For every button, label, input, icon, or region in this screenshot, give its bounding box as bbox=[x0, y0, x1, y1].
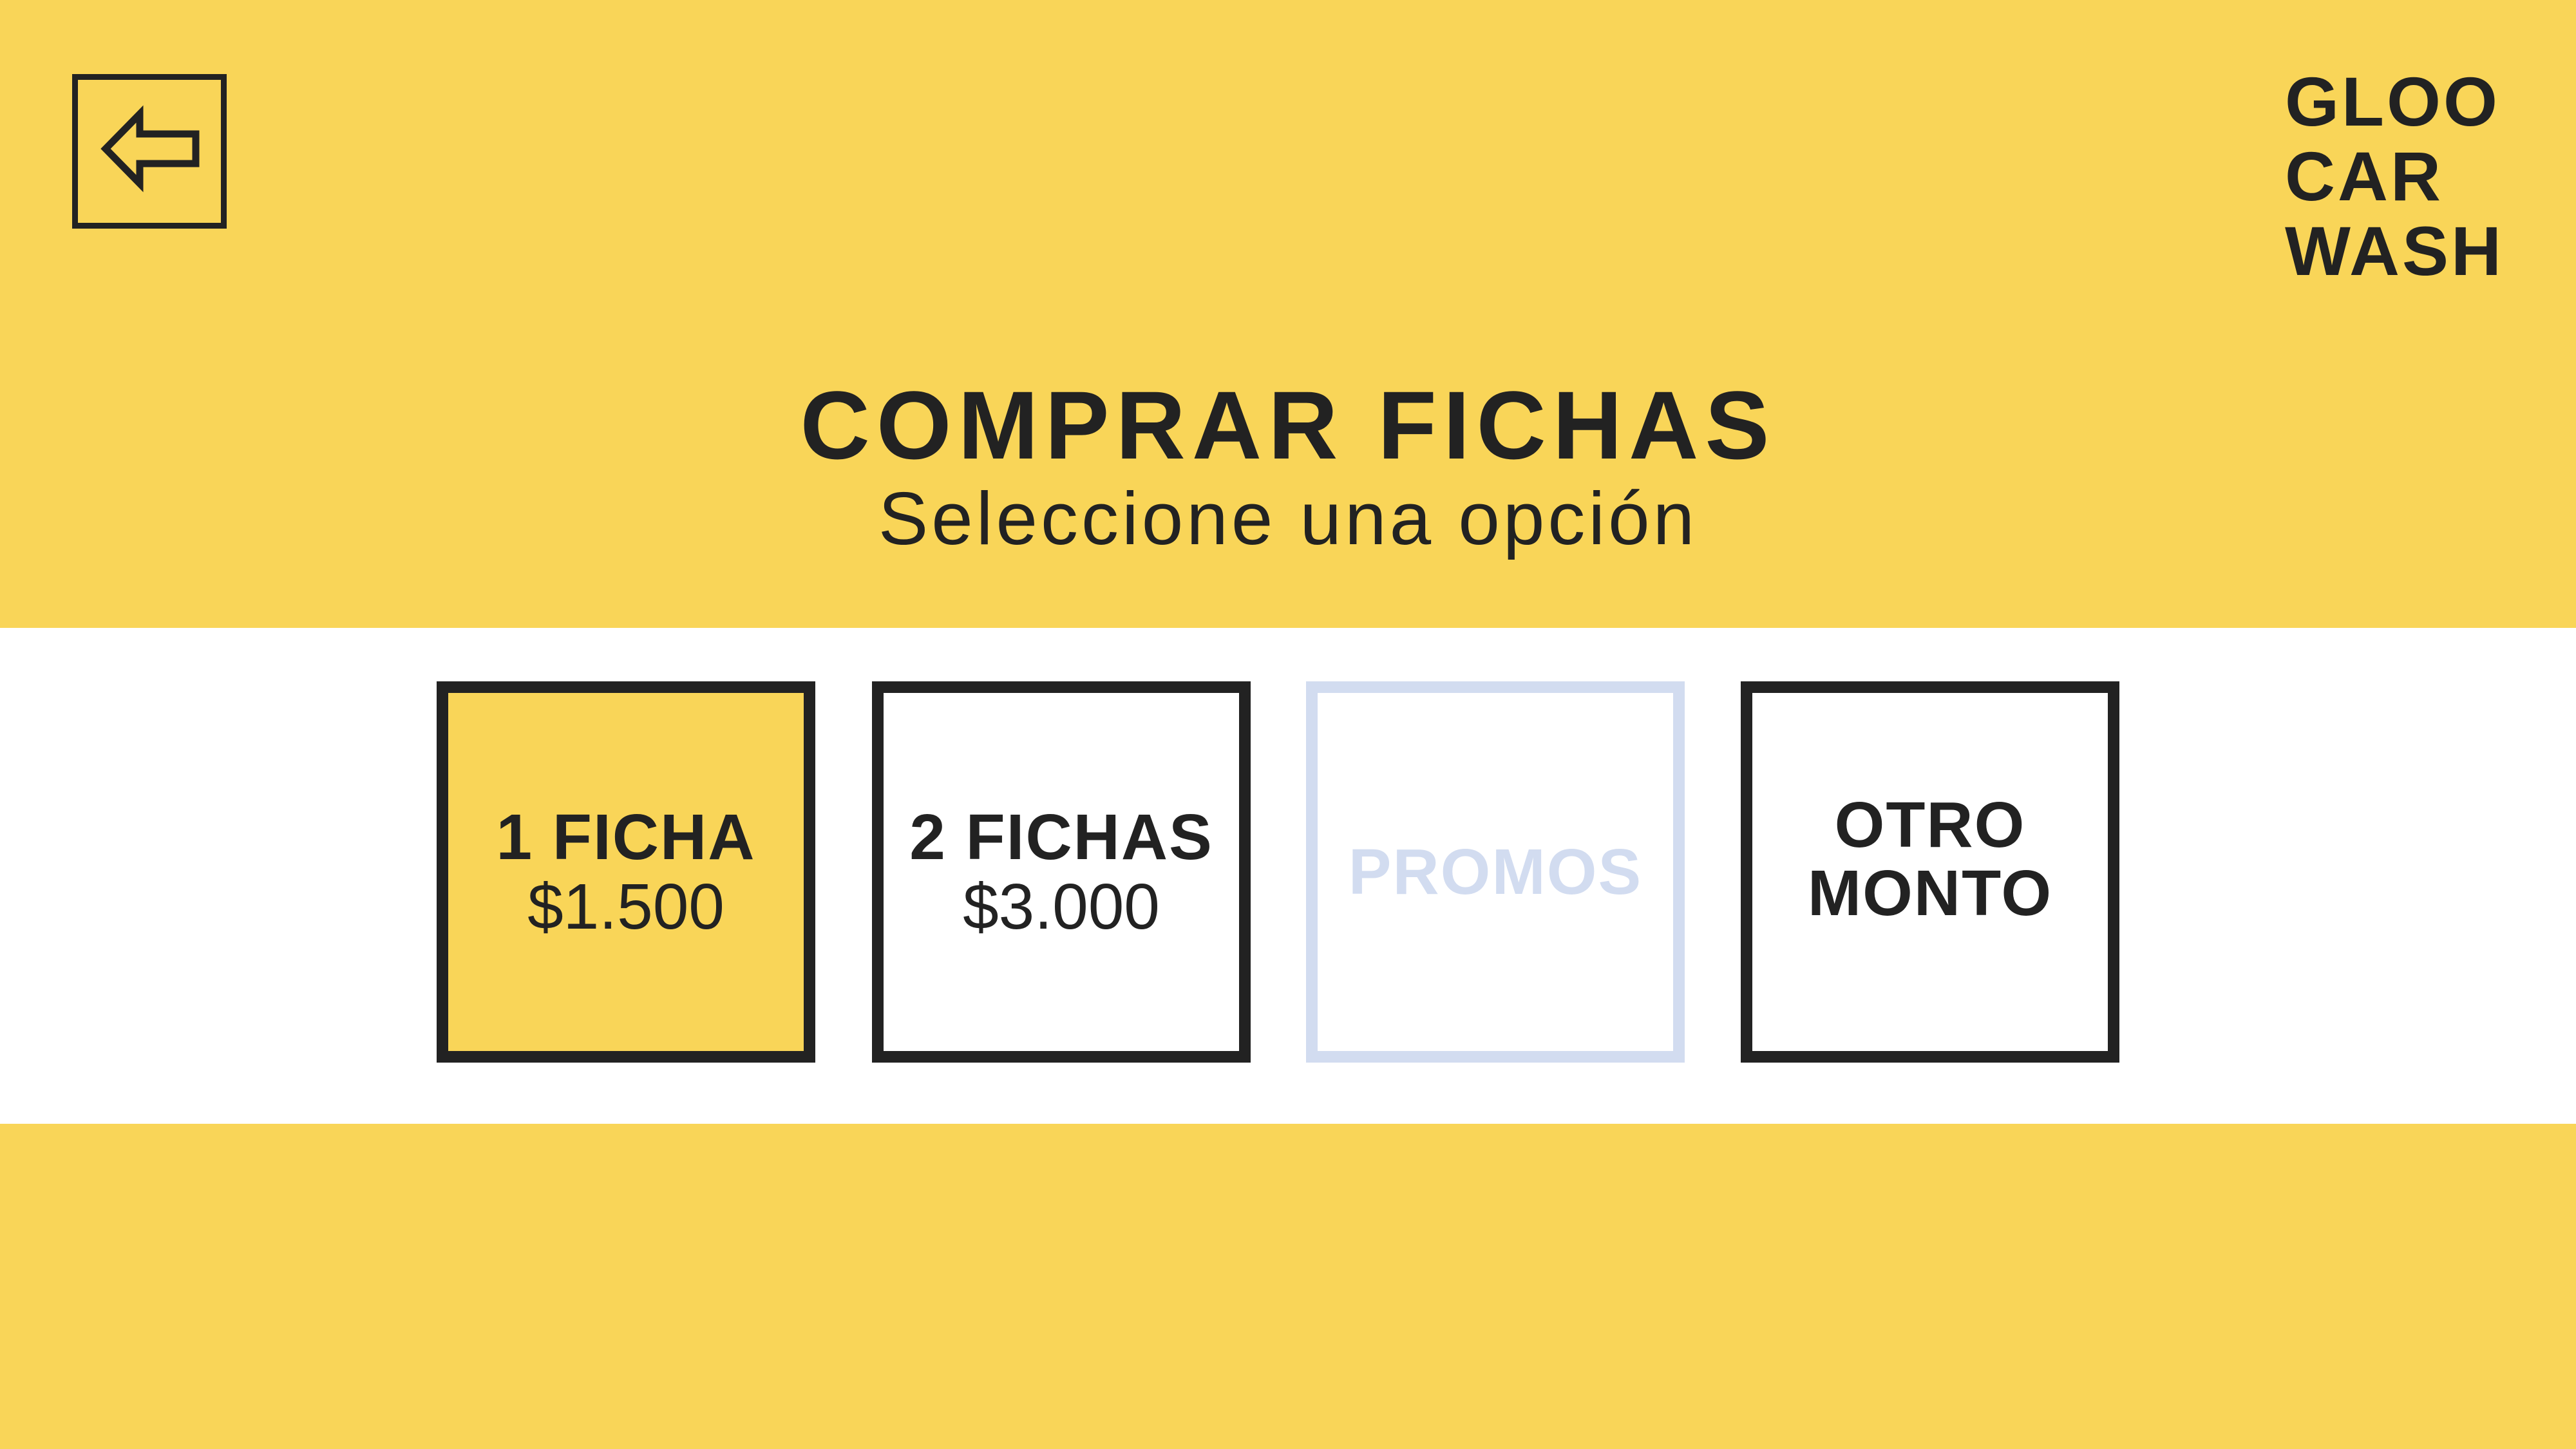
logo-line: WASH bbox=[2285, 212, 2504, 290]
option-label: OTRO MONTO bbox=[1807, 789, 2053, 929]
option-label: PROMOS bbox=[1348, 836, 1643, 908]
page-title: COMPRAR FICHAS bbox=[800, 371, 1776, 479]
option-label: 2 FICHAS bbox=[909, 801, 1213, 873]
option-label: 1 FICHA bbox=[496, 801, 756, 873]
option-price: $1.500 bbox=[527, 871, 724, 943]
option-promos-button[interactable]: PROMOS bbox=[1306, 681, 1685, 1063]
option-2-fichas-button[interactable]: 2 FICHAS $3.000 bbox=[872, 681, 1251, 1063]
brand-logo: GLOO CAR WASH bbox=[2285, 64, 2543, 289]
back-button[interactable] bbox=[72, 74, 227, 229]
option-price: $3.000 bbox=[963, 871, 1160, 943]
footer-band bbox=[0, 1124, 2576, 1449]
options-band bbox=[0, 628, 2576, 1124]
logo-line: GLOO bbox=[2285, 62, 2500, 140]
option-1-ficha-button[interactable]: 1 FICHA $1.500 bbox=[437, 681, 815, 1063]
arrow-left-icon bbox=[100, 105, 200, 193]
option-otro-monto-button[interactable]: OTRO MONTO bbox=[1741, 681, 2119, 1063]
logo-line: CAR bbox=[2285, 137, 2443, 215]
page-subtitle: Seleccione una opción bbox=[878, 477, 1698, 560]
